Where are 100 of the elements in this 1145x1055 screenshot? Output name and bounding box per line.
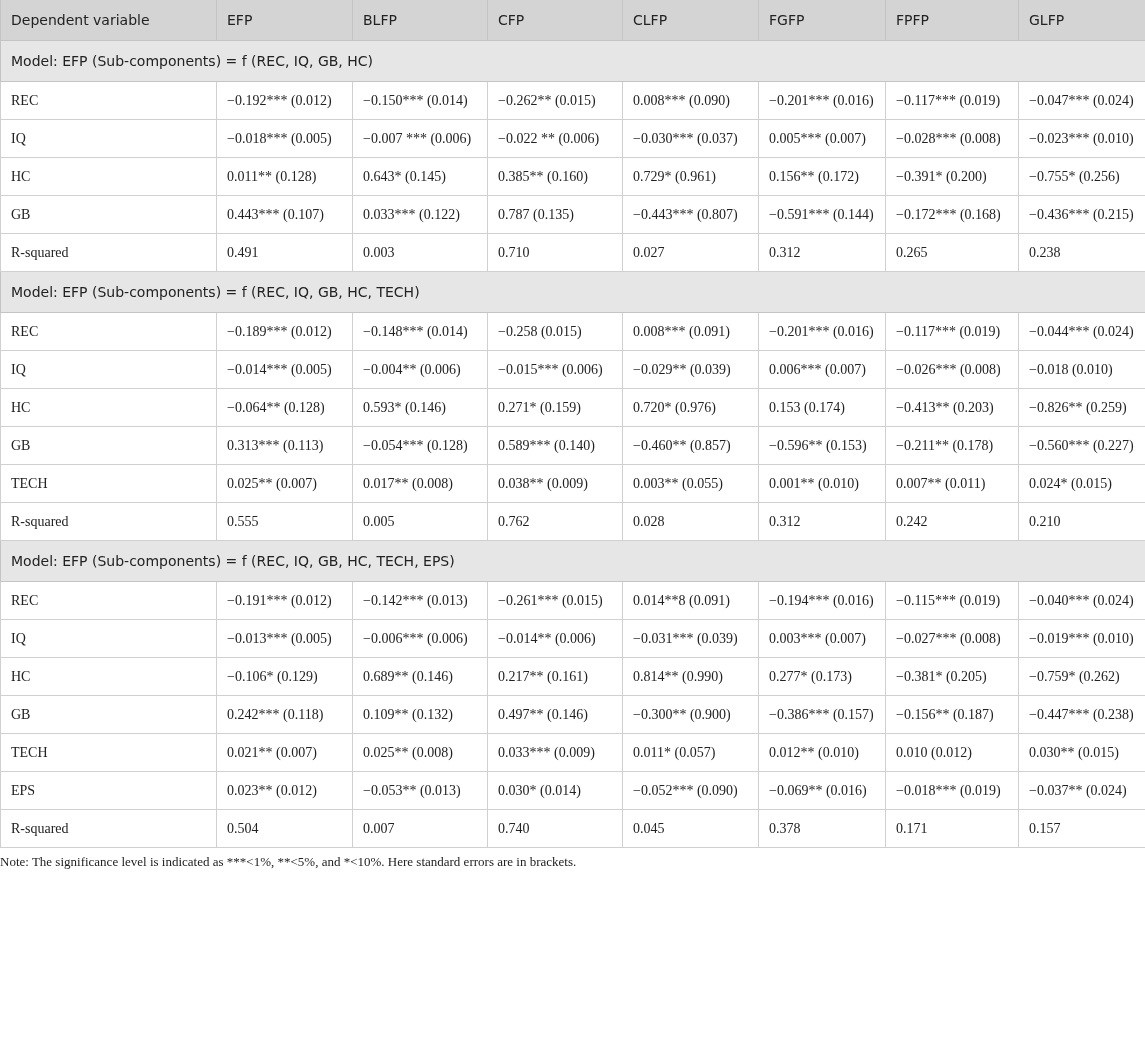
table-cell: 0.710: [487, 233, 623, 272]
table-cell: −0.148*** (0.014): [352, 312, 488, 351]
table-cell: −0.026*** (0.008): [885, 350, 1019, 389]
table-cell: 0.003: [352, 233, 488, 272]
row-label: EPS: [0, 771, 217, 810]
table-cell: −0.027*** (0.008): [885, 619, 1019, 658]
column-header: BLFP: [352, 0, 488, 41]
table-cell: −0.030*** (0.037): [622, 119, 759, 158]
table-cell: −0.258 (0.015): [487, 312, 623, 351]
table-cell: 0.011** (0.128): [216, 157, 353, 196]
row-label: HC: [0, 388, 217, 427]
table-cell: 0.762: [487, 502, 623, 541]
table-cell: 0.007: [352, 809, 488, 848]
table-cell: 0.011* (0.057): [622, 733, 759, 772]
table-cell: 0.265: [885, 233, 1019, 272]
column-header: GLFP: [1018, 0, 1145, 41]
table-cell: −0.391* (0.200): [885, 157, 1019, 196]
table-cell: 0.378: [758, 809, 886, 848]
table-cell: −0.211** (0.178): [885, 426, 1019, 465]
column-header: EFP: [216, 0, 353, 41]
table-cell: −0.029** (0.039): [622, 350, 759, 389]
table-cell: 0.025** (0.007): [216, 464, 353, 503]
row-label: HC: [0, 657, 217, 696]
model-heading: Model: EFP (Sub-components) = f (REC, IQ, GB, HC): [0, 40, 1145, 82]
column-header: FGFP: [758, 0, 886, 41]
model-heading: Model: EFP (Sub-components) = f (REC, IQ, GB, HC, TECH): [0, 271, 1145, 313]
table-cell: −0.172*** (0.168): [885, 195, 1019, 234]
table-cell: 0.005: [352, 502, 488, 541]
table-cell: −0.262** (0.015): [487, 81, 623, 120]
table-cell: 0.008*** (0.091): [622, 312, 759, 351]
column-header: FPFP: [885, 0, 1019, 41]
table-cell: −0.115*** (0.019): [885, 581, 1019, 620]
table-cell: 0.555: [216, 502, 353, 541]
row-label: IQ: [0, 119, 217, 158]
table-cell: 0.312: [758, 233, 886, 272]
table-cell: −0.194*** (0.016): [758, 581, 886, 620]
table-cell: −0.156** (0.187): [885, 695, 1019, 734]
table-cell: −0.192*** (0.012): [216, 81, 353, 120]
table-cell: 0.385** (0.160): [487, 157, 623, 196]
table-cell: −0.053** (0.013): [352, 771, 488, 810]
table-cell: 0.740: [487, 809, 623, 848]
row-label: IQ: [0, 619, 217, 658]
table-cell: −0.007 *** (0.006): [352, 119, 488, 158]
row-label: R-squared: [0, 233, 217, 272]
table-cell: −0.386*** (0.157): [758, 695, 886, 734]
table-cell: 0.109** (0.132): [352, 695, 488, 734]
table-cell: 0.277* (0.173): [758, 657, 886, 696]
row-label: R-squared: [0, 809, 217, 848]
table-cell: −0.201*** (0.016): [758, 312, 886, 351]
table-cell: −0.064** (0.128): [216, 388, 353, 427]
table-cell: −0.014** (0.006): [487, 619, 623, 658]
table-cell: 0.787 (0.135): [487, 195, 623, 234]
table-cell: 0.014**8 (0.091): [622, 581, 759, 620]
table-cell: 0.491: [216, 233, 353, 272]
table-cell: 0.005*** (0.007): [758, 119, 886, 158]
table-cell: −0.460** (0.857): [622, 426, 759, 465]
table-cell: 0.045: [622, 809, 759, 848]
table-cell: 0.171: [885, 809, 1019, 848]
table-cell: 0.689** (0.146): [352, 657, 488, 696]
row-label: HC: [0, 157, 217, 196]
table-cell: 0.021** (0.007): [216, 733, 353, 772]
table-cell: −0.069** (0.016): [758, 771, 886, 810]
row-label: TECH: [0, 464, 217, 503]
table-cell: −0.191*** (0.012): [216, 581, 353, 620]
table-cell: −0.201*** (0.016): [758, 81, 886, 120]
table-cell: 0.497** (0.146): [487, 695, 623, 734]
column-header: CLFP: [622, 0, 759, 41]
row-label: REC: [0, 581, 217, 620]
table-cell: 0.814** (0.990): [622, 657, 759, 696]
table-cell: −0.117*** (0.019): [885, 81, 1019, 120]
table-cell: −0.022 ** (0.006): [487, 119, 623, 158]
table-cell: 0.217** (0.161): [487, 657, 623, 696]
table-cell: 0.030* (0.014): [487, 771, 623, 810]
table-cell: −0.189*** (0.012): [216, 312, 353, 351]
table-cell: 0.017** (0.008): [352, 464, 488, 503]
row-label: IQ: [0, 350, 217, 389]
table-cell: 0.012** (0.010): [758, 733, 886, 772]
table-cell: −0.054*** (0.128): [352, 426, 488, 465]
table-cell: 0.589*** (0.140): [487, 426, 623, 465]
table-cell: −0.006*** (0.006): [352, 619, 488, 658]
model-heading: Model: EFP (Sub-components) = f (REC, IQ, GB, HC, TECH, EPS): [0, 540, 1145, 582]
table-cell: 0.242: [885, 502, 1019, 541]
table-cell: 0.271* (0.159): [487, 388, 623, 427]
table-cell: 0.028: [622, 502, 759, 541]
table-cell: 0.033*** (0.122): [352, 195, 488, 234]
table-cell: −0.028*** (0.008): [885, 119, 1019, 158]
table-cell: −0.031*** (0.039): [622, 619, 759, 658]
row-label: REC: [0, 81, 217, 120]
table-cell: −0.018*** (0.005): [216, 119, 353, 158]
table-cell: 0.242*** (0.118): [216, 695, 353, 734]
table-cell: 0.008*** (0.090): [622, 81, 759, 120]
table-cell: 0.156** (0.172): [758, 157, 886, 196]
table-cell: −0.591*** (0.144): [758, 195, 886, 234]
table-cell: −0.117*** (0.019): [885, 312, 1019, 351]
table-cell: −0.015*** (0.006): [487, 350, 623, 389]
row-label: GB: [0, 195, 217, 234]
table-cell: −0.018*** (0.019): [885, 771, 1019, 810]
table-cell: 0.038** (0.009): [487, 464, 623, 503]
column-header: CFP: [487, 0, 623, 41]
column-header: Dependent variable: [0, 0, 217, 41]
